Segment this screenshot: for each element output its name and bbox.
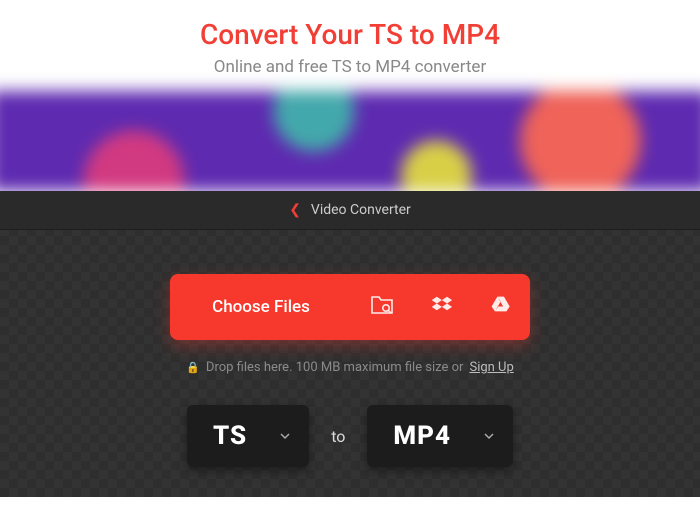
upload-hint: 🔒 Drop files here. 100 MB maximum file s… [20, 360, 680, 375]
main-area: Choose Files 🔒 Drop files here. 100 [0, 230, 700, 497]
source-format-label: TS [187, 421, 273, 451]
page-subtitle: Online and free TS to MP4 converter [10, 57, 690, 77]
chevron-left-icon: ❮ [289, 202, 301, 218]
google-drive-button[interactable] [472, 274, 530, 340]
folder-search-icon [370, 295, 394, 319]
breadcrumb-label: Video Converter [311, 202, 411, 218]
upload-bar: Choose Files [170, 274, 530, 340]
page-title: Convert Your TS to MP4 [10, 18, 690, 51]
google-drive-icon [490, 295, 512, 319]
source-format-dropdown[interactable]: TS [187, 405, 309, 467]
format-row: TS to MP4 [20, 405, 680, 467]
ad-banner [0, 91, 700, 191]
signup-link[interactable]: Sign Up [469, 360, 513, 375]
breadcrumb[interactable]: ❮ Video Converter [0, 191, 700, 230]
chevron-down-icon [477, 430, 513, 442]
page-header: Convert Your TS to MP4 Online and free T… [0, 0, 700, 91]
target-format-label: MP4 [367, 421, 477, 451]
choose-files-button[interactable]: Choose Files [170, 274, 352, 340]
dropbox-icon [430, 295, 454, 319]
chevron-down-icon [273, 430, 309, 442]
target-format-dropdown[interactable]: MP4 [367, 405, 513, 467]
browse-files-button[interactable] [352, 274, 412, 340]
converter-panel: ❮ Video Converter Choose Files [0, 191, 700, 497]
to-label: to [331, 427, 345, 446]
lock-icon: 🔒 [186, 361, 200, 374]
hint-text: Drop files here. 100 MB maximum file siz… [206, 360, 464, 375]
dropbox-button[interactable] [412, 274, 472, 340]
choose-files-label: Choose Files [212, 297, 310, 317]
